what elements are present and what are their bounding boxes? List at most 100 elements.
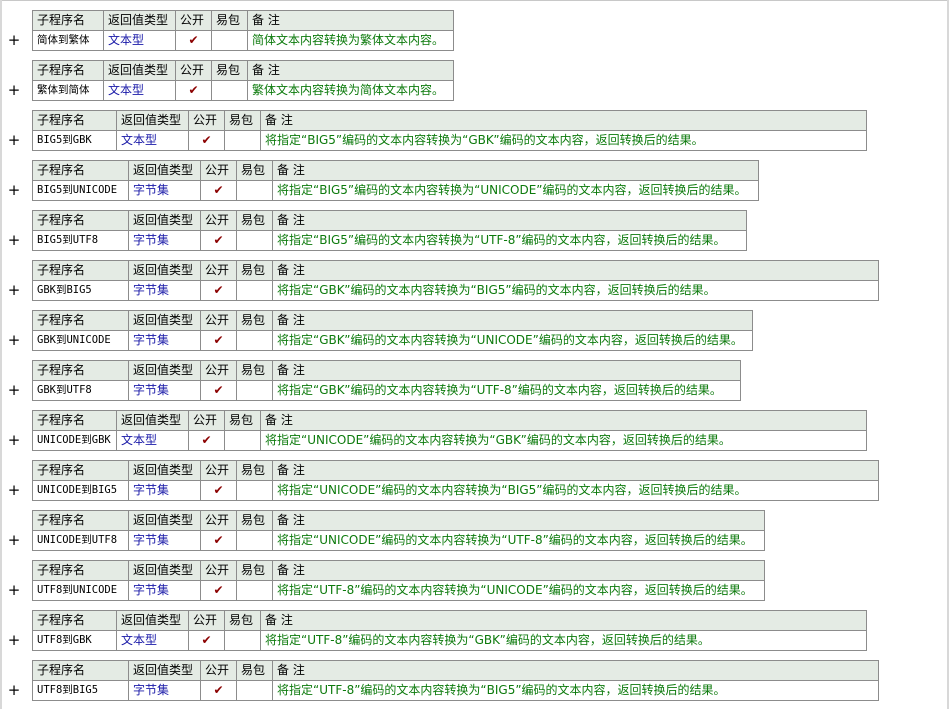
public-check-icon[interactable]: ✔ — [200, 680, 237, 701]
lib-cell[interactable] — [236, 530, 273, 551]
lib-cell[interactable] — [224, 630, 261, 651]
return-type[interactable]: 文本型 — [103, 80, 176, 101]
subroutine-note[interactable]: 简体文本内容转换为繁体文本内容。 — [247, 30, 454, 51]
subroutine-row[interactable]: UNICODE到BIG5 字节集 ✔ 将指定“UNICODE”编码的文本内容转换… — [32, 480, 879, 501]
subroutine-note[interactable]: 将指定“UNICODE”编码的文本内容转换为“BIG5”编码的文本内容，返回转换… — [272, 480, 879, 501]
lib-cell[interactable] — [236, 280, 273, 301]
subroutine-note[interactable]: 将指定“UTF-8”编码的文本内容转换为“BIG5”编码的文本内容，返回转换后的… — [272, 680, 879, 701]
subroutine-note[interactable]: 将指定“BIG5”编码的文本内容转换为“UTF-8”编码的文本内容，返回转换后的… — [272, 230, 747, 251]
lib-cell[interactable] — [236, 680, 273, 701]
subroutine-name[interactable]: BIG5到UNICODE — [32, 180, 129, 201]
subroutine-name[interactable]: UNICODE到UTF8 — [32, 530, 129, 551]
subroutine-note[interactable]: 将指定“BIG5”编码的文本内容转换为“UNICODE”编码的文本内容，返回转换… — [272, 180, 759, 201]
expand-toggle[interactable]: + — [6, 230, 22, 250]
lib-cell[interactable] — [224, 130, 261, 151]
subroutine-row[interactable]: UTF8到UNICODE 字节集 ✔ 将指定“UTF-8”编码的文本内容转换为“… — [32, 580, 765, 601]
subroutine-note[interactable]: 繁体文本内容转换为简体文本内容。 — [247, 80, 454, 101]
expand-toggle[interactable]: + — [6, 480, 22, 500]
subroutine-name[interactable]: UTF8到UNICODE — [32, 580, 129, 601]
public-check-icon[interactable]: ✔ — [200, 480, 237, 501]
subroutine-name[interactable]: BIG5到UTF8 — [32, 230, 129, 251]
subroutine-note[interactable]: 将指定“GBK”编码的文本内容转换为“UTF-8”编码的文本内容，返回转换后的结… — [272, 380, 741, 401]
subroutine-name[interactable]: 繁体到简体 — [32, 80, 104, 101]
subroutine-name[interactable]: BIG5到GBK — [32, 130, 117, 151]
subroutine-note[interactable]: 将指定“UNICODE”编码的文本内容转换为“GBK”编码的文本内容，返回转换后… — [260, 430, 867, 451]
subroutine-row[interactable]: GBK到BIG5 字节集 ✔ 将指定“GBK”编码的文本内容转换为“BIG5”编… — [32, 280, 879, 301]
header-lib: 易包 — [236, 510, 273, 531]
return-type[interactable]: 字节集 — [128, 180, 201, 201]
lib-cell[interactable] — [236, 380, 273, 401]
subroutine-name[interactable]: UTF8到GBK — [32, 630, 117, 651]
return-type[interactable]: 字节集 — [128, 580, 201, 601]
expand-toggle[interactable]: + — [6, 530, 22, 550]
public-check-icon[interactable]: ✔ — [200, 380, 237, 401]
subroutine-note[interactable]: 将指定“UTF-8”编码的文本内容转换为“UNICODE”编码的文本内容，返回转… — [272, 580, 765, 601]
expand-toggle[interactable]: + — [6, 630, 22, 650]
subroutine-name[interactable]: 简体到繁体 — [32, 30, 104, 51]
return-type[interactable]: 字节集 — [128, 680, 201, 701]
subroutine-name[interactable]: GBK到UNICODE — [32, 330, 129, 351]
expand-toggle[interactable]: + — [6, 380, 22, 400]
expand-toggle[interactable]: + — [6, 580, 22, 600]
return-type[interactable]: 文本型 — [116, 430, 189, 451]
public-check-icon[interactable]: ✔ — [200, 230, 237, 251]
subroutine-row[interactable]: BIG5到UNICODE 字节集 ✔ 将指定“BIG5”编码的文本内容转换为“U… — [32, 180, 759, 201]
header-type: 返回值类型 — [128, 310, 201, 331]
public-check-icon[interactable]: ✔ — [175, 80, 212, 101]
expand-toggle[interactable]: + — [6, 680, 22, 700]
subroutine-note[interactable]: 将指定“UTF-8”编码的文本内容转换为“GBK”编码的文本内容，返回转换后的结… — [260, 630, 867, 651]
subroutine-note[interactable]: 将指定“BIG5”编码的文本内容转换为“GBK”编码的文本内容，返回转换后的结果… — [260, 130, 867, 151]
subroutine-row[interactable]: 繁体到简体 文本型 ✔ 繁体文本内容转换为简体文本内容。 — [32, 80, 454, 101]
public-check-icon[interactable]: ✔ — [200, 280, 237, 301]
return-type[interactable]: 字节集 — [128, 530, 201, 551]
expand-toggle[interactable]: + — [6, 430, 22, 450]
lib-cell[interactable] — [236, 330, 273, 351]
expand-toggle[interactable]: + — [6, 280, 22, 300]
subroutine-note[interactable]: 将指定“GBK”编码的文本内容转换为“BIG5”编码的文本内容，返回转换后的结果… — [272, 280, 879, 301]
subroutine-row[interactable]: UTF8到BIG5 字节集 ✔ 将指定“UTF-8”编码的文本内容转换为“BIG… — [32, 680, 879, 701]
subroutine-row[interactable]: BIG5到UTF8 字节集 ✔ 将指定“BIG5”编码的文本内容转换为“UTF-… — [32, 230, 747, 251]
public-check-icon[interactable]: ✔ — [200, 180, 237, 201]
lib-cell[interactable] — [211, 80, 248, 101]
expand-toggle[interactable]: + — [6, 80, 22, 100]
public-check-icon[interactable]: ✔ — [175, 30, 212, 51]
expand-toggle[interactable]: + — [6, 330, 22, 350]
expand-toggle[interactable]: + — [6, 30, 22, 50]
subroutine-note[interactable]: 将指定“GBK”编码的文本内容转换为“UNICODE”编码的文本内容，返回转换后… — [272, 330, 753, 351]
subroutine-name[interactable]: UNICODE到GBK — [32, 430, 117, 451]
return-type[interactable]: 字节集 — [128, 330, 201, 351]
subroutine-row[interactable]: GBK到UNICODE 字节集 ✔ 将指定“GBK”编码的文本内容转换为“UNI… — [32, 330, 753, 351]
return-type[interactable]: 字节集 — [128, 280, 201, 301]
public-check-icon[interactable]: ✔ — [200, 330, 237, 351]
subroutine-note[interactable]: 将指定“UNICODE”编码的文本内容转换为“UTF-8”编码的文本内容，返回转… — [272, 530, 765, 551]
subroutine-row[interactable]: 简体到繁体 文本型 ✔ 简体文本内容转换为繁体文本内容。 — [32, 30, 454, 51]
return-type[interactable]: 字节集 — [128, 480, 201, 501]
subroutine-name[interactable]: GBK到UTF8 — [32, 380, 129, 401]
return-type[interactable]: 字节集 — [128, 230, 201, 251]
expand-toggle[interactable]: + — [6, 180, 22, 200]
return-type[interactable]: 字节集 — [128, 380, 201, 401]
lib-cell[interactable] — [211, 30, 248, 51]
public-check-icon[interactable]: ✔ — [188, 430, 225, 451]
subroutine-name[interactable]: GBK到BIG5 — [32, 280, 129, 301]
public-check-icon[interactable]: ✔ — [200, 580, 237, 601]
subroutine-row[interactable]: BIG5到GBK 文本型 ✔ 将指定“BIG5”编码的文本内容转换为“GBK”编… — [32, 130, 867, 151]
public-check-icon[interactable]: ✔ — [188, 630, 225, 651]
lib-cell[interactable] — [236, 480, 273, 501]
lib-cell[interactable] — [236, 580, 273, 601]
lib-cell[interactable] — [236, 180, 273, 201]
return-type[interactable]: 文本型 — [116, 130, 189, 151]
public-check-icon[interactable]: ✔ — [200, 530, 237, 551]
lib-cell[interactable] — [224, 430, 261, 451]
public-check-icon[interactable]: ✔ — [188, 130, 225, 151]
subroutine-name[interactable]: UTF8到BIG5 — [32, 680, 129, 701]
subroutine-row[interactable]: UNICODE到GBK 文本型 ✔ 将指定“UNICODE”编码的文本内容转换为… — [32, 430, 867, 451]
lib-cell[interactable] — [236, 230, 273, 251]
subroutine-row[interactable]: GBK到UTF8 字节集 ✔ 将指定“GBK”编码的文本内容转换为“UTF-8”… — [32, 380, 741, 401]
subroutine-row[interactable]: UNICODE到UTF8 字节集 ✔ 将指定“UNICODE”编码的文本内容转换… — [32, 530, 765, 551]
return-type[interactable]: 文本型 — [116, 630, 189, 651]
subroutine-name[interactable]: UNICODE到BIG5 — [32, 480, 129, 501]
return-type[interactable]: 文本型 — [103, 30, 176, 51]
expand-toggle[interactable]: + — [6, 130, 22, 150]
subroutine-row[interactable]: UTF8到GBK 文本型 ✔ 将指定“UTF-8”编码的文本内容转换为“GBK”… — [32, 630, 867, 651]
